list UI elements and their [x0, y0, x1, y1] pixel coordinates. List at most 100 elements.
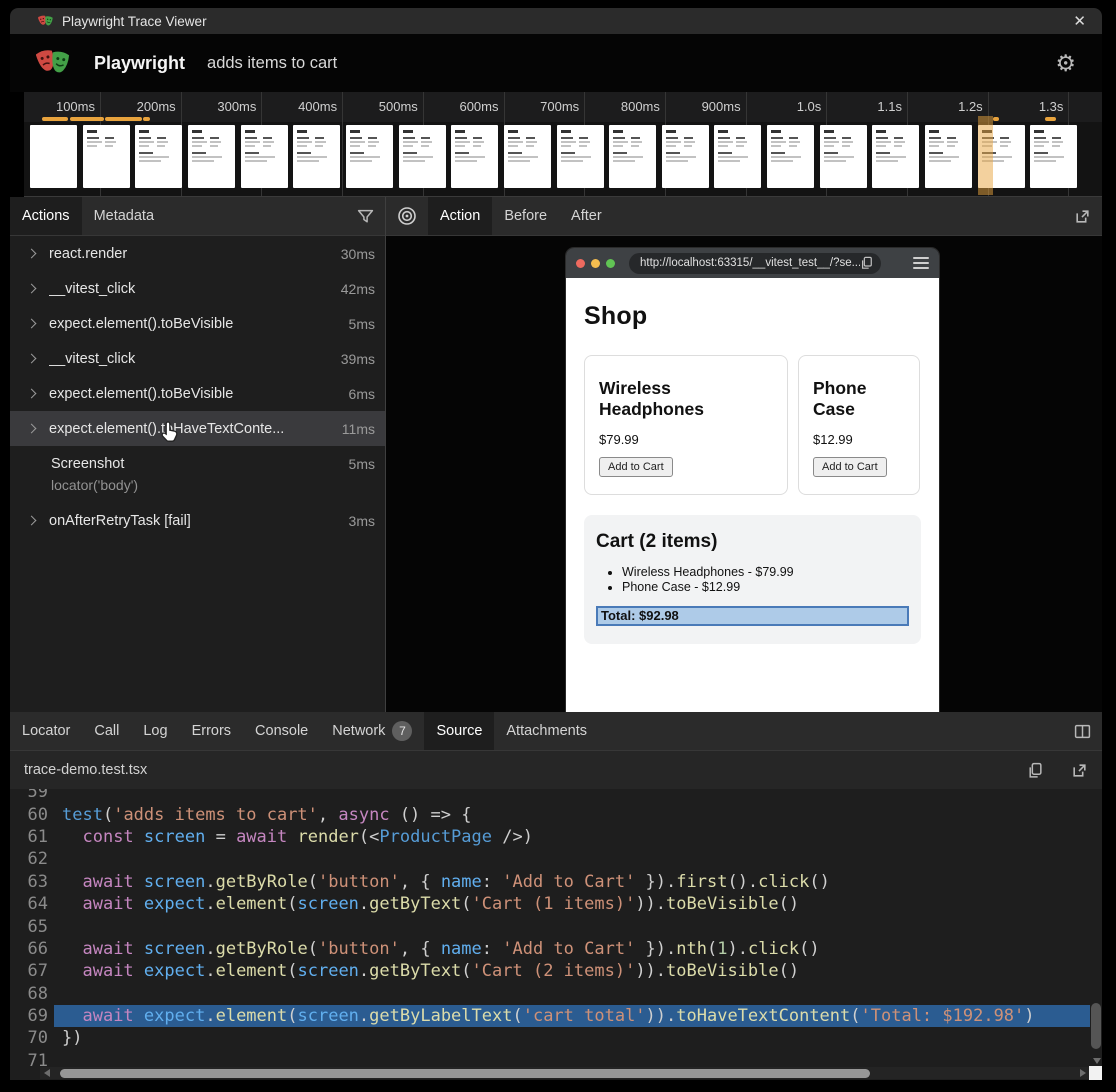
window-title: Playwright Trace Viewer	[62, 14, 1069, 29]
open-snapshot-external-link-icon[interactable]	[1063, 197, 1102, 235]
filter-icon[interactable]	[346, 197, 385, 235]
timeline-thumbnail[interactable]	[872, 125, 919, 188]
timeline-tick-label: 100ms	[25, 99, 95, 114]
tab-errors[interactable]: Errors	[180, 712, 243, 750]
code-token: (	[461, 961, 471, 981]
tab-metadata[interactable]: Metadata	[82, 197, 166, 235]
tab-after[interactable]: After	[559, 197, 614, 235]
close-icon[interactable]: ✕	[1069, 12, 1090, 30]
vertical-scrollbar-thumb[interactable]	[1091, 1003, 1101, 1049]
scroll-right-arrow-icon[interactable]	[1080, 1069, 1086, 1077]
hamburger-menu-icon[interactable]	[913, 257, 929, 269]
add-to-cart-button[interactable]: Add to Cart	[599, 457, 673, 477]
code-token: 'Cart (1 items)'	[472, 894, 636, 914]
thumb-line	[1034, 156, 1064, 158]
thumb-line	[842, 137, 851, 139]
timeline-thumbnail[interactable]	[399, 125, 446, 188]
action-row-vitest-click[interactable]: __vitest_click39ms	[10, 341, 385, 376]
code-token: (	[103, 805, 113, 825]
thumb-line	[718, 145, 728, 147]
settings-gear-icon[interactable]: ⚙	[1055, 52, 1076, 75]
action-row-onafterretrytask-fail[interactable]: onAfterRetryTask [fail]3ms	[10, 503, 385, 538]
timeline-thumbnail[interactable]	[925, 125, 972, 188]
window-control-minimize-icon	[591, 259, 600, 268]
thumb-product-card	[929, 137, 944, 147]
timeline-thumbnail[interactable]	[767, 125, 814, 188]
timeline-thumbnail[interactable]	[83, 125, 130, 188]
tab-console[interactable]: Console	[243, 712, 320, 750]
thumb-line	[1052, 141, 1063, 143]
thumb-product-card	[210, 137, 221, 147]
action-row-vitest-click[interactable]: __vitest_click42ms	[10, 271, 385, 306]
pick-locator-target-icon[interactable]	[386, 197, 428, 235]
source-code-viewer[interactable]: 5960test('adds items to cart', async () …	[10, 789, 1102, 1080]
code-token: .	[205, 961, 215, 981]
chevron-right-icon[interactable]	[27, 319, 37, 329]
timeline-thumbnail[interactable]	[714, 125, 761, 188]
chevron-right-icon[interactable]	[27, 516, 37, 526]
code-token: async	[338, 805, 389, 825]
timeline-thumbnail[interactable]	[135, 125, 182, 188]
tab-log[interactable]: Log	[131, 712, 179, 750]
scroll-down-arrow-icon[interactable]	[1093, 1058, 1101, 1064]
action-row-react-render[interactable]: react.render30ms	[10, 236, 385, 271]
chevron-right-icon[interactable]	[27, 389, 37, 399]
timeline-action-marker	[993, 117, 999, 121]
test-title: adds items to cart	[207, 54, 1055, 73]
timeline-thumbnail[interactable]	[293, 125, 340, 188]
thumb-line	[684, 137, 693, 139]
code-token	[134, 1006, 144, 1026]
tab-before[interactable]: Before	[492, 197, 559, 235]
open-source-external-link-icon[interactable]	[1057, 762, 1088, 779]
chevron-right-icon[interactable]	[27, 249, 37, 259]
timeline[interactable]: 100ms200ms300ms400ms500ms600ms700ms800ms…	[10, 92, 1102, 197]
shop-page: Shop Wireless Headphones $79.99 Add to C…	[566, 278, 939, 712]
tab-network[interactable]: Network7	[320, 712, 424, 750]
line-number: 66	[10, 939, 48, 959]
thumb-line	[403, 145, 413, 147]
timeline-thumbnail[interactable]	[30, 125, 77, 188]
thumb-line	[297, 145, 307, 147]
timeline-thumbnail[interactable]	[820, 125, 867, 188]
tab-action[interactable]: Action	[428, 197, 492, 235]
thumb-line	[561, 156, 591, 158]
tab-source[interactable]: Source	[424, 712, 494, 750]
copy-source-icon[interactable]	[1013, 762, 1043, 779]
scroll-left-arrow-icon[interactable]	[44, 1069, 50, 1077]
timeline-thumbnail[interactable]	[609, 125, 656, 188]
code-token	[134, 872, 144, 892]
timeline-thumbnail[interactable]	[1030, 125, 1077, 188]
action-row-expect-element-tobevisible[interactable]: expect.element().toBeVisible5ms	[10, 306, 385, 341]
thumb-line	[771, 152, 785, 154]
tab-attachments[interactable]: Attachments	[494, 712, 599, 750]
code-token: toBeVisible	[666, 894, 779, 914]
action-row-expect-element-tohavetextconte[interactable]: expect.element().toHaveTextConte...11ms	[10, 411, 385, 446]
timeline-thumbnail[interactable]	[241, 125, 288, 188]
timeline-thumbnail[interactable]	[504, 125, 551, 188]
timeline-thumbnail[interactable]	[346, 125, 393, 188]
timeline-thumbnail[interactable]	[451, 125, 498, 188]
timeline-thumbnail[interactable]	[662, 125, 709, 188]
thumb-cart	[350, 152, 389, 162]
vertical-scrollbar[interactable]	[1090, 789, 1102, 1066]
horizontal-scrollbar[interactable]	[40, 1067, 1090, 1079]
chevron-right-icon[interactable]	[27, 284, 37, 294]
timeline-thumbnail[interactable]	[557, 125, 604, 188]
address-bar[interactable]: http://localhost:63315/__vitest_test__/?…	[629, 253, 881, 274]
tab-label: Network	[332, 723, 385, 739]
add-to-cart-button[interactable]: Add to Cart	[813, 457, 887, 477]
action-label: expect.element().toBeVisible	[49, 316, 341, 332]
code-token: 'Add to Cart'	[502, 872, 635, 892]
split-view-icon[interactable]	[1063, 712, 1102, 750]
tab-actions[interactable]: Actions	[10, 197, 82, 235]
timeline-thumbnail[interactable]	[188, 125, 235, 188]
thumb-line	[350, 137, 362, 139]
action-row-screenshot[interactable]: Screenshot5mslocator('body')	[10, 446, 385, 503]
chevron-right-icon[interactable]	[27, 424, 37, 434]
chevron-right-icon[interactable]	[27, 354, 37, 364]
action-row-expect-element-tobevisible[interactable]: expect.element().toBeVisible6ms	[10, 376, 385, 411]
horizontal-scrollbar-thumb[interactable]	[60, 1069, 870, 1078]
tab-locator[interactable]: Locator	[10, 712, 82, 750]
tab-call[interactable]: Call	[82, 712, 131, 750]
copy-url-icon[interactable]	[860, 256, 873, 270]
